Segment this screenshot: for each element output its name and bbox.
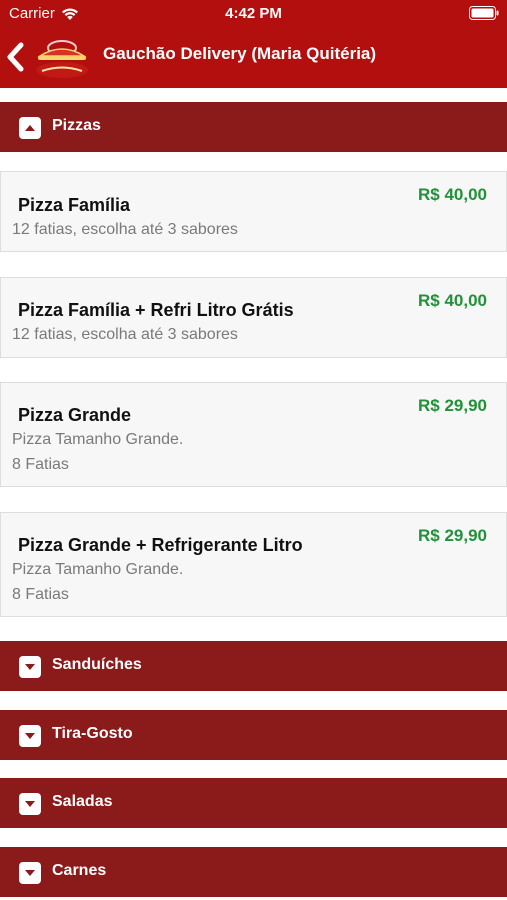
category-carnes[interactable]: Carnes <box>0 847 507 897</box>
category-tira-gosto[interactable]: Tira-Gosto <box>0 710 507 760</box>
top-bar: Carrier 4:42 PM Gauchão Delivery (Maria … <box>0 0 507 88</box>
battery-icon <box>469 6 499 20</box>
category-label: Saladas <box>52 793 113 810</box>
item-price: R$ 29,90 <box>418 526 487 545</box>
item-price: R$ 29,90 <box>418 396 487 415</box>
item-description: 12 fatias, escolha até 3 sabores <box>12 221 238 238</box>
category-sanduiches[interactable]: Sanduíches <box>0 641 507 691</box>
item-price: R$ 40,00 <box>418 185 487 204</box>
category-label: Carnes <box>52 862 107 879</box>
menu-item[interactable]: Pizza Família + Refri Litro Grátis 12 fa… <box>0 277 507 358</box>
item-name: Pizza Família <box>18 195 131 215</box>
expand-icon <box>19 793 41 815</box>
item-description: 12 fatias, escolha até 3 sabores <box>12 326 238 343</box>
menu-item[interactable]: Pizza Grande + Refrigerante Litro Pizza … <box>0 512 507 617</box>
category-label: Tira-Gosto <box>52 725 133 742</box>
screen: Carrier 4:42 PM Gauchão Delivery (Maria … <box>0 0 507 900</box>
item-name: Pizza Grande <box>18 405 132 425</box>
item-name: Pizza Família + Refri Litro Grátis <box>18 300 294 320</box>
item-description: 8 Fatias <box>12 456 69 473</box>
item-description: 8 Fatias <box>12 586 69 603</box>
navigation-bar: Gauchão Delivery (Maria Quitéria) <box>0 28 507 88</box>
menu-item[interactable]: Pizza Grande Pizza Tamanho Grande. 8 Fat… <box>0 382 507 487</box>
category-pizzas[interactable]: Pizzas <box>0 102 507 152</box>
collapse-icon <box>19 117 41 139</box>
status-bar: Carrier 4:42 PM <box>0 0 507 28</box>
category-label: Pizzas <box>52 117 101 134</box>
item-price: R$ 40,00 <box>418 291 487 310</box>
menu-item[interactable]: Pizza Família 12 fatias, escolha até 3 s… <box>0 171 507 252</box>
item-description: Pizza Tamanho Grande. <box>12 431 184 448</box>
category-saladas[interactable]: Saladas <box>0 778 507 828</box>
item-description: Pizza Tamanho Grande. <box>12 561 184 578</box>
category-label: Sanduíches <box>52 656 142 673</box>
expand-icon <box>19 725 41 747</box>
expand-icon <box>19 862 41 884</box>
item-name: Pizza Grande + Refrigerante Litro <box>18 535 303 555</box>
expand-icon <box>19 656 41 678</box>
restaurant-logo <box>36 40 88 78</box>
chevron-left-icon[interactable] <box>4 42 28 72</box>
page-title: Gauchão Delivery (Maria Quitéria) <box>103 44 377 63</box>
status-time: 4:42 PM <box>225 5 282 22</box>
